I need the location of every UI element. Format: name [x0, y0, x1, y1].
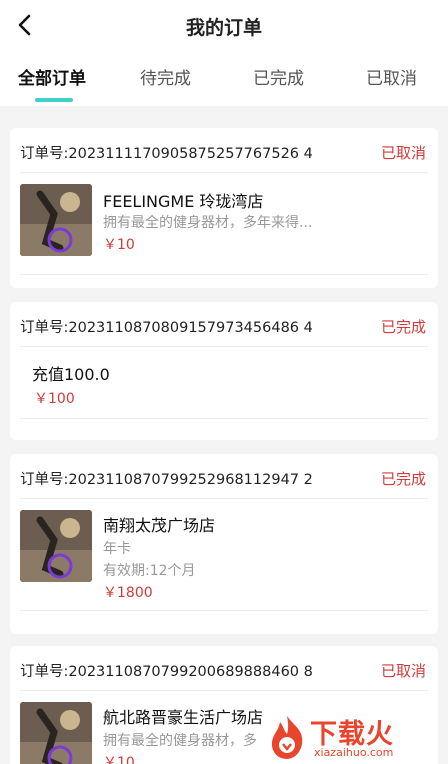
- store-photo-icon: [20, 510, 92, 582]
- store-description: 拥有最全的健身器材，多年来得...: [103, 215, 313, 231]
- store-photo-icon: [20, 702, 92, 764]
- order-price: ￥10: [103, 755, 135, 764]
- store-thumbnail[interactable]: [20, 184, 92, 256]
- store-photo-icon: [20, 184, 92, 256]
- store-description: 拥有最全的健身器材，多: [103, 733, 257, 749]
- order-number: 订单号:2023110870799200689888460 8: [20, 664, 313, 680]
- tab-completed[interactable]: 已完成: [253, 64, 304, 89]
- recharge-item: 充值100.0: [32, 365, 110, 384]
- order-status: 已取消: [380, 662, 426, 680]
- divider: [20, 346, 428, 347]
- divider: [20, 498, 428, 499]
- order-number: 订单号:2023110870799252968112947 2: [20, 472, 313, 488]
- store-name: 南翔太茂广场店: [103, 516, 216, 535]
- divider: [20, 610, 428, 611]
- store-thumbnail[interactable]: [20, 510, 92, 582]
- order-price: ￥100: [34, 391, 75, 407]
- card-type: 年卡: [103, 541, 131, 557]
- store-name: 航北路晋豪生活广场店: [103, 708, 264, 727]
- tab-cancelled[interactable]: 已取消: [366, 64, 417, 89]
- order-status: 已完成: [380, 470, 426, 488]
- flame-logo-icon: [271, 716, 303, 759]
- divider: [20, 690, 428, 691]
- order-status: 已取消: [380, 144, 426, 162]
- divider: [20, 172, 428, 173]
- order-number: 订单号:2023111170905875257767526 4: [20, 146, 313, 162]
- order-price: ￥10: [103, 237, 135, 253]
- order-price: ￥1800: [103, 585, 153, 601]
- page-title: 我的订单: [185, 17, 262, 39]
- store-name: FEELINGME 玲珑湾店: [103, 192, 264, 211]
- tab-all-orders[interactable]: 全部订单: [18, 64, 86, 89]
- tab-pending[interactable]: 待完成: [140, 64, 191, 89]
- order-card[interactable]: 订单号:2023111170905875257767526 4 已取消 FEEL…: [10, 128, 438, 288]
- validity-period: 有效期:12个月: [103, 563, 196, 579]
- watermark-url: xiazaihuo.com: [314, 746, 394, 759]
- order-card[interactable]: 订单号:2023110870809157973456486 4 已完成 充值10…: [10, 302, 438, 440]
- store-thumbnail[interactable]: [20, 702, 92, 764]
- watermark-logo: 下载火 xiazaihuo.com: [262, 710, 448, 764]
- divider: [20, 418, 428, 419]
- order-card[interactable]: 订单号:2023110870799252968112947 2 已完成 南翔太茂…: [10, 454, 438, 634]
- order-status: 已完成: [380, 318, 426, 336]
- order-tabs: 全部订单 待完成 已完成 已取消: [0, 64, 448, 100]
- order-number: 订单号:2023110870809157973456486 4: [20, 320, 313, 336]
- top-bar: 我的订单 全部订单 待完成 已完成 已取消: [0, 0, 448, 106]
- divider: [20, 274, 428, 275]
- active-tab-indicator: [35, 98, 73, 102]
